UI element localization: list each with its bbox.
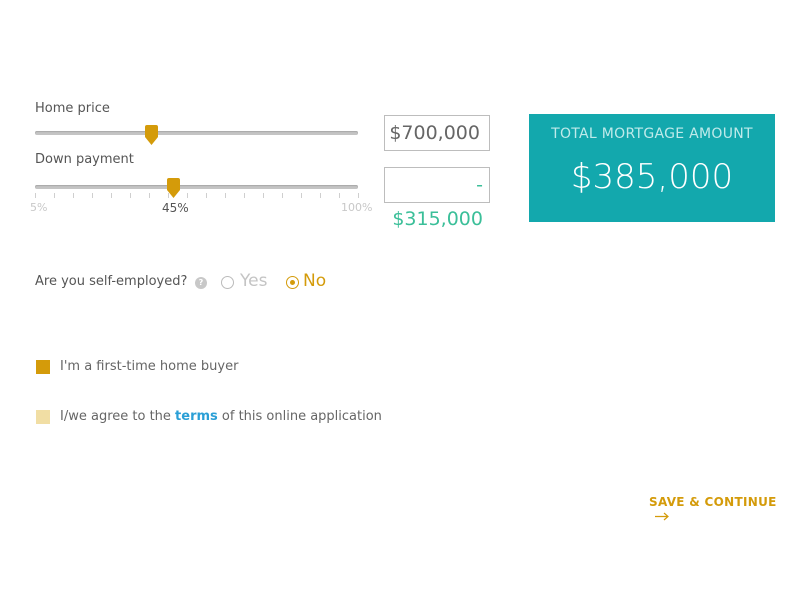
scale-tick bbox=[225, 193, 226, 198]
agree-terms-checkbox[interactable] bbox=[36, 410, 50, 424]
home-price-slider-thumb[interactable] bbox=[145, 125, 158, 145]
scale-tick bbox=[111, 193, 112, 198]
agree-suffix: of this online application bbox=[217, 409, 382, 424]
question-mark-icon[interactable]: ? bbox=[195, 277, 207, 289]
home-price-input[interactable]: $700,000 bbox=[384, 115, 490, 151]
first-time-buyer-checkbox[interactable] bbox=[36, 360, 50, 374]
scale-min-label: 5% bbox=[30, 201, 48, 214]
scale-tick bbox=[187, 193, 188, 198]
down-payment-label: Down payment bbox=[35, 152, 134, 167]
scale-tick bbox=[263, 193, 264, 198]
total-mortgage-title: TOTAL MORTGAGE AMOUNT bbox=[551, 126, 753, 142]
scale-tick bbox=[130, 193, 131, 198]
arrow-right-icon bbox=[655, 512, 669, 521]
radio-no-label[interactable]: No bbox=[303, 271, 326, 291]
scale-tick bbox=[320, 193, 321, 198]
scale-tick bbox=[244, 193, 245, 198]
self-employed-question: Are you self-employed? bbox=[35, 274, 188, 289]
scale-tick bbox=[301, 193, 302, 198]
scale-tick bbox=[168, 193, 169, 198]
scale-tick bbox=[339, 193, 340, 198]
total-mortgage-amount: $385,000 bbox=[570, 157, 734, 197]
scale-tick bbox=[92, 193, 93, 198]
scale-tick bbox=[54, 193, 55, 198]
save-continue-label: SAVE & CONTINUE bbox=[649, 495, 777, 509]
down-payment-input[interactable]: - $315,000 bbox=[384, 167, 490, 230]
terms-link[interactable]: terms bbox=[175, 409, 218, 424]
agree-terms-label: I/we agree to the terms of this online a… bbox=[60, 409, 382, 424]
scale-current-label: 45% bbox=[162, 201, 189, 215]
radio-yes[interactable] bbox=[221, 276, 234, 289]
scale-tick bbox=[358, 193, 359, 198]
radio-yes-label[interactable]: Yes bbox=[240, 271, 267, 291]
save-continue-button[interactable]: SAVE & CONTINUE bbox=[649, 495, 800, 523]
scale-tick bbox=[149, 193, 150, 198]
total-mortgage-panel: TOTAL MORTGAGE AMOUNT $385,000 bbox=[529, 114, 775, 222]
agree-prefix: I/we agree to the bbox=[60, 409, 176, 424]
scale-tick bbox=[206, 193, 207, 198]
scale-tick bbox=[35, 193, 36, 198]
scale-tick bbox=[73, 193, 74, 198]
home-price-slider-track[interactable] bbox=[35, 131, 358, 135]
scale-tick bbox=[282, 193, 283, 198]
scale-max-label: 100% bbox=[341, 201, 373, 214]
down-payment-scale-ticks bbox=[35, 193, 359, 199]
down-payment-slider-track[interactable] bbox=[35, 185, 358, 189]
radio-no[interactable] bbox=[286, 276, 299, 289]
home-price-label: Home price bbox=[35, 101, 110, 116]
first-time-buyer-label: I'm a first-time home buyer bbox=[60, 359, 239, 374]
radio-no-dot bbox=[290, 280, 295, 285]
